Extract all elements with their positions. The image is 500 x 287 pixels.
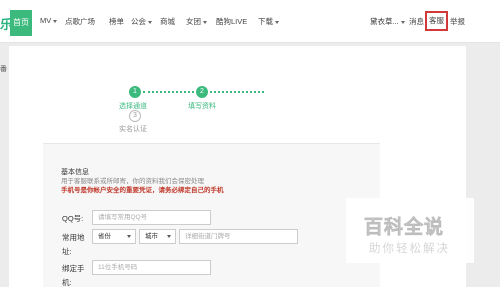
chevron-down-icon bbox=[275, 20, 279, 24]
watermark-overlay: 百科全说 助你轻松解决 bbox=[346, 198, 474, 263]
user-name-link[interactable]: 黛衣草... bbox=[370, 16, 405, 27]
top-navigation-bar: 乐 首页 MV 点歌广场 榜单 公会 商城 女团 酷狗LIVE 下载 黛衣草..… bbox=[0, 0, 500, 43]
customer-service-link[interactable]: 客服 bbox=[425, 11, 448, 31]
chevron-down-icon bbox=[167, 235, 171, 238]
chevron-down-icon bbox=[203, 20, 207, 24]
step-3-circle: 3 bbox=[129, 110, 141, 122]
chevron-down-icon bbox=[148, 20, 152, 24]
address-label: 常用地 bbox=[62, 233, 85, 242]
step-2-circle: 2 bbox=[196, 86, 208, 98]
nav-item-download[interactable]: 下载 bbox=[258, 16, 279, 27]
nav-home-tab[interactable]: 首页 bbox=[10, 10, 32, 36]
phone-input[interactable]: 11位手机号码 bbox=[92, 260, 211, 275]
province-select[interactable]: 省份 bbox=[92, 229, 136, 244]
step-1-circle: 1 bbox=[129, 86, 141, 98]
phone-label-cont: 机: bbox=[62, 278, 72, 287]
qq-input[interactable]: 请填写常用QQ号 bbox=[92, 210, 211, 225]
step-2-label: 填写资料 bbox=[188, 103, 216, 110]
nav-item-charts[interactable]: 榜单 bbox=[109, 16, 124, 27]
watermark-title: 百科全说 bbox=[364, 216, 445, 239]
street-address-input[interactable]: 详细街道门牌号 bbox=[179, 229, 298, 244]
step-connector bbox=[210, 91, 264, 93]
chevron-down-icon bbox=[400, 20, 405, 24]
nav-item-girl-group[interactable]: 女团 bbox=[186, 16, 207, 27]
nav-item-kugou-live[interactable]: 酷狗LIVE bbox=[216, 16, 247, 27]
nav-item-guild[interactable]: 公会 bbox=[131, 16, 152, 27]
basic-info-form: 基本信息 用于客服联系或所邮寄，你的资料我们会保密处理 手机号是你帐户安全的重要… bbox=[43, 143, 380, 287]
left-sidebar-fragment: 番 bbox=[0, 66, 7, 73]
address-label-cont: 址: bbox=[62, 247, 72, 256]
phone-label: 绑定手 bbox=[62, 264, 85, 273]
nav-item-song-square[interactable]: 点歌广场 bbox=[65, 16, 95, 27]
qq-label: QQ号: bbox=[62, 214, 84, 223]
watermark-subtitle: 助你轻松解决 bbox=[369, 241, 450, 255]
step-3-label: 实名认证 bbox=[119, 126, 147, 133]
report-link[interactable]: 举报 bbox=[450, 16, 465, 27]
nav-item-store[interactable]: 商城 bbox=[160, 16, 175, 27]
chevron-down-icon bbox=[53, 19, 58, 23]
city-select[interactable]: 城市 bbox=[139, 229, 176, 244]
chevron-down-icon bbox=[127, 235, 131, 238]
messages-link[interactable]: 消息 bbox=[409, 16, 424, 27]
phone-warning: 手机号是你帐户安全的重要凭证，请务必绑定自己的手机 bbox=[61, 187, 224, 194]
nav-item-mv[interactable]: MV bbox=[40, 16, 58, 25]
step-connector bbox=[143, 91, 194, 93]
